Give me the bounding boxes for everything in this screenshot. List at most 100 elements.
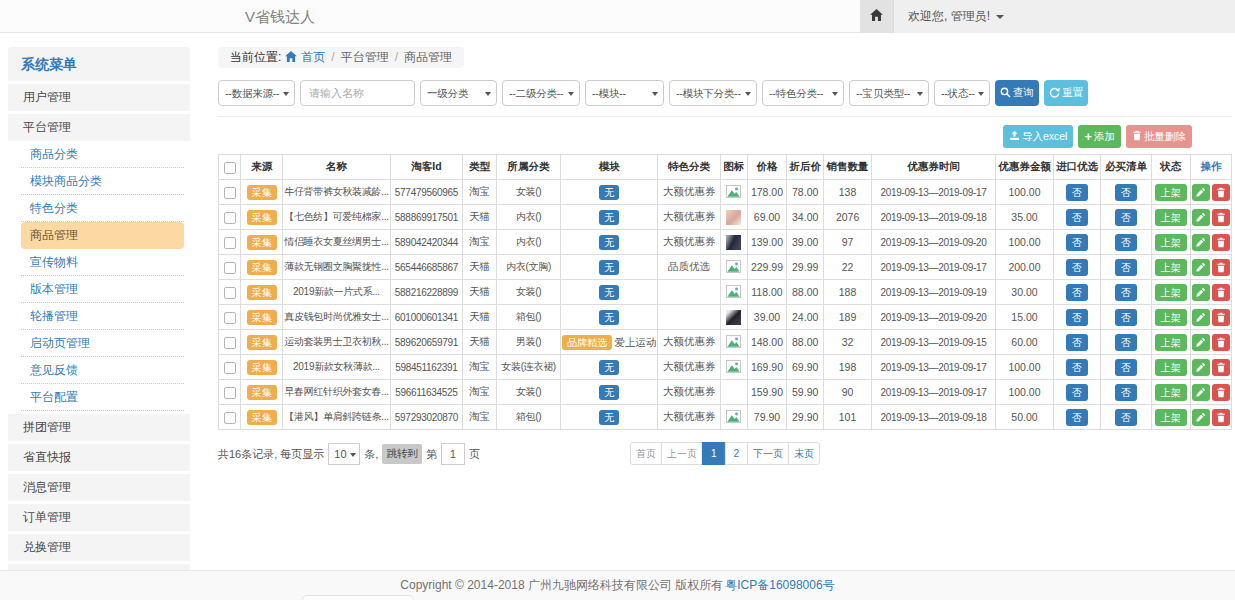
page-button[interactable]: 2: [725, 442, 749, 465]
must-buy-toggle[interactable]: 否: [1115, 209, 1137, 226]
edit-button[interactable]: [1192, 209, 1210, 226]
status-button[interactable]: 上架: [1155, 259, 1187, 276]
status-button[interactable]: 上架: [1155, 359, 1187, 376]
sidebar-subitem[interactable]: 启动页管理: [21, 330, 184, 357]
row-checkbox[interactable]: [224, 387, 236, 399]
delete-button[interactable]: [1212, 259, 1230, 276]
edit-button[interactable]: [1192, 384, 1210, 401]
filter-select[interactable]: --模块下分类--: [669, 80, 757, 106]
sidebar-subitem[interactable]: 轮播管理: [21, 303, 184, 330]
imported-toggle[interactable]: 否: [1066, 409, 1088, 426]
sidebar-item[interactable]: 省直快报: [8, 444, 190, 471]
delete-button[interactable]: [1212, 234, 1230, 251]
sidebar-item[interactable]: 订单管理: [8, 504, 190, 531]
must-buy-toggle[interactable]: 否: [1115, 409, 1137, 426]
delete-button[interactable]: [1212, 184, 1230, 201]
sidebar-item[interactable]: 平台管理: [8, 114, 190, 141]
row-checkbox[interactable]: [224, 262, 236, 274]
filter-select[interactable]: --宝贝类型--: [849, 80, 929, 106]
row-checkbox[interactable]: [224, 362, 236, 374]
edit-button[interactable]: [1192, 184, 1210, 201]
must-buy-toggle[interactable]: 否: [1115, 184, 1137, 201]
row-checkbox[interactable]: [224, 337, 236, 349]
status-button[interactable]: 上架: [1155, 284, 1187, 301]
edit-button[interactable]: [1192, 284, 1210, 301]
status-button[interactable]: 上架: [1155, 209, 1187, 226]
imported-toggle[interactable]: 否: [1066, 184, 1088, 201]
page-size-select[interactable]: 10: [328, 443, 360, 465]
sidebar-subitem[interactable]: 模块商品分类: [21, 168, 184, 195]
filter-select-data-source[interactable]: --数据来源--: [218, 80, 295, 106]
row-checkbox[interactable]: [224, 287, 236, 299]
sidebar-subitem[interactable]: 特色分类: [21, 195, 184, 222]
sidebar-subitem[interactable]: 版本管理: [21, 276, 184, 303]
filter-select[interactable]: 一级分类: [420, 80, 497, 106]
search-name-input[interactable]: [300, 80, 415, 106]
delete-button[interactable]: [1212, 284, 1230, 301]
breadcrumb-home-link[interactable]: 首页: [301, 51, 325, 64]
row-checkbox[interactable]: [224, 412, 236, 424]
row-checkbox[interactable]: [224, 237, 236, 249]
delete-button[interactable]: [1212, 409, 1230, 426]
icp-link[interactable]: 粤ICP备16098006号: [725, 577, 834, 594]
status-button[interactable]: 上架: [1155, 234, 1187, 251]
delete-button[interactable]: [1212, 209, 1230, 226]
row-checkbox[interactable]: [224, 187, 236, 199]
must-buy-toggle[interactable]: 否: [1115, 359, 1137, 376]
status-button[interactable]: 上架: [1155, 384, 1187, 401]
sidebar-item[interactable]: 消息管理: [8, 474, 190, 501]
filter-select[interactable]: --模块--: [585, 80, 664, 106]
page-button[interactable]: 首页: [630, 442, 662, 465]
sidebar-subitem[interactable]: 宣传物料: [21, 249, 184, 276]
edit-button[interactable]: [1192, 359, 1210, 376]
jump-page-input[interactable]: [441, 443, 465, 465]
page-button[interactable]: 上一页: [661, 442, 703, 465]
imported-toggle[interactable]: 否: [1066, 359, 1088, 376]
delete-button[interactable]: [1212, 309, 1230, 326]
filter-select[interactable]: --二级分类--: [502, 80, 580, 106]
imported-toggle[interactable]: 否: [1066, 334, 1088, 351]
import-excel-button[interactable]: 导入excel: [1003, 125, 1074, 148]
jump-button[interactable]: 跳转到: [382, 444, 422, 464]
sidebar-item[interactable]: 兑换管理: [8, 534, 190, 561]
edit-button[interactable]: [1192, 409, 1210, 426]
must-buy-toggle[interactable]: 否: [1115, 384, 1137, 401]
page-button[interactable]: 下一页: [747, 442, 789, 465]
edit-button[interactable]: [1192, 259, 1210, 276]
imported-toggle[interactable]: 否: [1066, 234, 1088, 251]
status-button[interactable]: 上架: [1155, 409, 1187, 426]
page-button[interactable]: 末页: [788, 442, 820, 465]
imported-toggle[interactable]: 否: [1066, 384, 1088, 401]
imported-toggle[interactable]: 否: [1066, 284, 1088, 301]
status-button[interactable]: 上架: [1155, 184, 1187, 201]
status-button[interactable]: 上架: [1155, 334, 1187, 351]
reset-button[interactable]: 重置: [1044, 80, 1088, 106]
sidebar-subitem[interactable]: 商品管理: [21, 222, 184, 249]
row-checkbox[interactable]: [224, 212, 236, 224]
must-buy-toggle[interactable]: 否: [1115, 234, 1137, 251]
delete-button[interactable]: [1212, 384, 1230, 401]
search-button[interactable]: 查询: [995, 80, 1039, 106]
edit-button[interactable]: [1192, 334, 1210, 351]
must-buy-toggle[interactable]: 否: [1115, 259, 1137, 276]
add-button[interactable]: +添加: [1078, 125, 1121, 148]
sidebar-item[interactable]: 拼团管理: [8, 414, 190, 441]
select-all-checkbox[interactable]: [224, 162, 236, 174]
delete-button[interactable]: [1212, 334, 1230, 351]
must-buy-toggle[interactable]: 否: [1115, 284, 1137, 301]
home-button[interactable]: [860, 0, 894, 33]
batch-delete-button[interactable]: 批量删除: [1126, 125, 1192, 148]
sidebar-subitem[interactable]: 意见反馈: [21, 357, 184, 384]
sidebar-item[interactable]: 用户管理: [8, 84, 190, 111]
sidebar-subitem[interactable]: 商品分类: [21, 141, 184, 168]
page-button[interactable]: 1: [702, 442, 726, 465]
imported-toggle[interactable]: 否: [1066, 309, 1088, 326]
must-buy-toggle[interactable]: 否: [1115, 334, 1137, 351]
imported-toggle[interactable]: 否: [1066, 259, 1088, 276]
filter-select[interactable]: --状态--: [934, 80, 990, 106]
filter-select[interactable]: --特色分类--: [762, 80, 844, 106]
must-buy-toggle[interactable]: 否: [1115, 309, 1137, 326]
user-menu[interactable]: 欢迎您, 管理员!: [894, 0, 1235, 33]
sidebar-subitem[interactable]: 平台配置: [21, 384, 184, 411]
edit-button[interactable]: [1192, 234, 1210, 251]
